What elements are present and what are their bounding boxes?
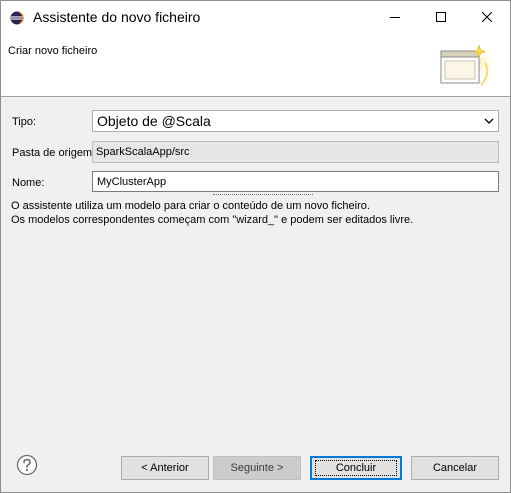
tipo-dropdown[interactable]: Objeto de @Scala: [92, 110, 499, 132]
focus-indicator: [213, 194, 313, 195]
wizard-dialog: Assistente do novo ficheiro Criar novo f…: [0, 0, 511, 493]
close-button[interactable]: [464, 1, 510, 32]
next-button-label: Seguinte >: [230, 462, 284, 474]
finish-button-label: Concluir: [335, 462, 377, 474]
next-button[interactable]: Seguinte >: [213, 456, 301, 480]
chevron-down-icon: [484, 118, 494, 124]
title-bar[interactable]: Assistente do novo ficheiro: [1, 1, 510, 33]
minimize-button[interactable]: [372, 1, 418, 32]
minimize-icon: [390, 16, 400, 18]
maximize-button[interactable]: [418, 1, 464, 32]
description-line-2: Os modelos correspondentes começam com "…: [11, 214, 414, 226]
finish-button[interactable]: Concluir: [310, 456, 402, 480]
wizard-banner: Criar novo ficheiro: [1, 33, 510, 97]
name-field[interactable]: [92, 171, 499, 192]
description-line-1: O assistente utiliza um modelo para cria…: [11, 200, 370, 212]
help-icon[interactable]: [16, 454, 38, 476]
eclipse-icon: [10, 11, 24, 25]
cancel-button-label: Cancelar: [432, 462, 478, 474]
window-title: Assistente do novo ficheiro: [33, 9, 201, 25]
source-folder-field: SparkScalaApp/src: [92, 141, 499, 163]
back-button[interactable]: < Anterior: [121, 456, 209, 480]
maximize-icon: [436, 11, 446, 22]
nome-label: Nome:: [12, 177, 45, 189]
name-input[interactable]: [93, 172, 498, 191]
back-button-label: < Anterior: [141, 462, 189, 474]
tipo-label: Tipo:: [12, 116, 37, 128]
tipo-value: Objeto de @Scala: [97, 113, 211, 129]
new-file-wizard-icon: [440, 43, 495, 86]
banner-title: Criar novo ficheiro: [8, 45, 98, 57]
description: O assistente utiliza um modelo para cria…: [11, 199, 413, 227]
cancel-button[interactable]: Cancelar: [411, 456, 499, 480]
pasta-label: Pasta de origem:: [12, 147, 96, 159]
close-icon: [482, 11, 492, 22]
source-folder-value: SparkScalaApp/src: [96, 146, 190, 158]
